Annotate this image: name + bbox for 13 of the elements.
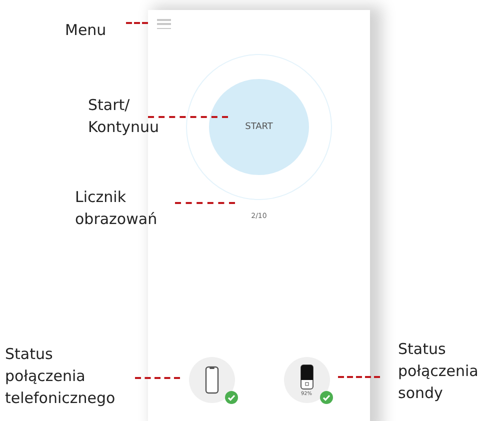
probe-icon [300,364,314,390]
annotation-label: Licznik obrazowań [75,187,158,230]
phone-icon [204,366,218,394]
leader-line [175,202,235,204]
start-button[interactable]: START [209,79,309,175]
menu-icon[interactable] [157,19,171,29]
annotation-label: Menu [65,20,106,41]
leader-line [126,22,148,24]
leader-line [338,376,380,378]
annotation-label: Status połączenia sondy [398,339,478,404]
annotation-label: Status połączenia telefonicznego [5,344,116,409]
leader-line [135,377,180,379]
annotation-label: Start/ Kontynuu [88,95,160,138]
